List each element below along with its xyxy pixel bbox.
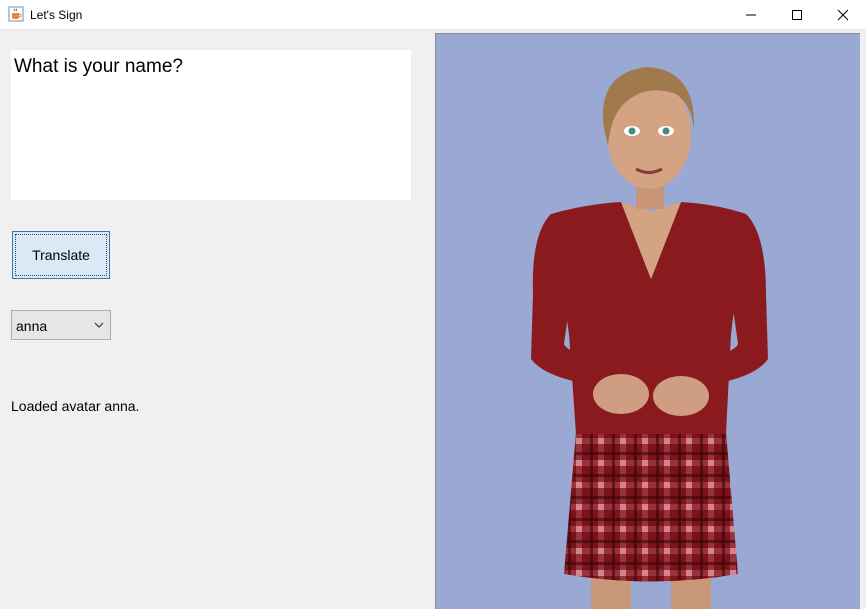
window-title: Let's Sign xyxy=(30,8,83,22)
close-icon xyxy=(837,9,849,21)
skirt xyxy=(564,432,738,582)
close-button[interactable] xyxy=(820,0,866,30)
minimize-icon xyxy=(746,14,756,16)
title-bar: Let's Sign xyxy=(0,0,866,30)
left-hand xyxy=(593,374,649,414)
minimize-button[interactable] xyxy=(728,0,774,30)
maximize-button[interactable] xyxy=(774,0,820,30)
signing-avatar xyxy=(531,67,768,609)
maximize-icon xyxy=(792,10,802,20)
avatar-viewport xyxy=(435,33,860,609)
main-content: What is your name? Translate anna Loaded… xyxy=(0,30,866,609)
avatar-dropdown-value: anna xyxy=(16,318,48,334)
status-label: Loaded avatar anna. xyxy=(11,398,140,414)
chevron-down-icon xyxy=(94,322,104,328)
right-hand xyxy=(653,376,709,416)
sentence-input[interactable]: What is your name? xyxy=(11,50,411,200)
avatar-dropdown[interactable]: anna xyxy=(11,310,111,340)
java-coffee-cup-icon xyxy=(8,6,24,22)
translate-button[interactable]: Translate xyxy=(12,231,110,279)
